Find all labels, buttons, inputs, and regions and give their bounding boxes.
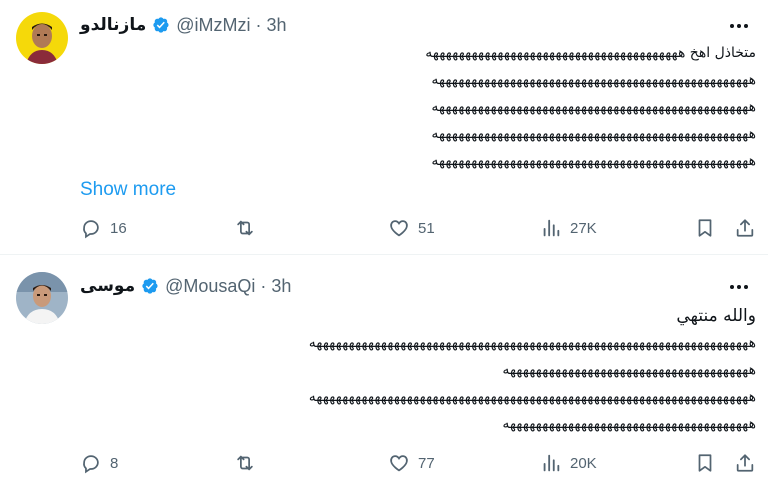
bookmark-button[interactable] — [694, 451, 716, 475]
tweet-header: مازنالدو @iMzMzi · 3h — [80, 14, 287, 36]
reply-icon — [83, 220, 99, 239]
share-icon — [736, 219, 754, 237]
tweet-header: موسى @MousaQi · 3h — [80, 275, 291, 297]
like-icon — [390, 220, 408, 237]
tweet-text-line: هههههههههههههههههههههههههههههههههههههههه… — [431, 126, 756, 142]
tweet-text-line: هههههههههههههههههههههههههههههههههههههههه… — [308, 335, 756, 351]
bookmark-icon — [698, 454, 712, 472]
views-icon — [543, 219, 560, 237]
action-bar: 16 51 27K — [80, 216, 760, 240]
more-icon[interactable] — [724, 277, 754, 297]
avatar-image — [16, 12, 68, 64]
show-more-link[interactable]: Show more — [80, 179, 756, 201]
tweet[interactable]: موسى @MousaQi · 3h والله منتهي ههههههههه… — [0, 255, 768, 486]
user-handle[interactable]: @MousaQi — [165, 276, 255, 297]
more-icon[interactable] — [724, 16, 754, 36]
bookmark-icon — [698, 219, 712, 237]
avatar[interactable] — [16, 272, 68, 324]
share-button[interactable] — [734, 216, 756, 240]
reply-count: 8 — [110, 454, 119, 472]
bookmark-button[interactable] — [694, 216, 716, 240]
views-count: 20K — [570, 454, 597, 472]
timestamp[interactable]: 3h — [267, 15, 287, 36]
tweet-text-line: ههههههههههههههههههههههههههههههههههههههه — [502, 362, 756, 378]
display-name[interactable]: موسى — [80, 276, 135, 296]
repost-button[interactable] — [234, 216, 256, 240]
verified-icon — [150, 15, 170, 35]
views-button[interactable]: 20K — [540, 451, 597, 475]
tweet-text-line: هههههههههههههههههههههههههههههههههههههههه… — [431, 99, 756, 115]
reply-button[interactable]: 8 — [80, 451, 118, 475]
tweet-text-line: هههههههههههههههههههههههههههههههههههههههه… — [308, 389, 756, 405]
avatar-image — [16, 272, 68, 324]
tweet[interactable]: مازنالدو @iMzMzi · 3h متخاذل اهخ ههههههه… — [0, 0, 768, 254]
reply-icon — [83, 455, 99, 474]
verified-icon — [139, 276, 159, 296]
tweet-text-line: ههههههههههههههههههههههههههههههههههههههه — [502, 416, 756, 432]
like-button[interactable]: 51 — [388, 216, 435, 240]
tweet-text-line: هههههههههههههههههههههههههههههههههههههههه… — [431, 72, 756, 88]
like-count: 77 — [418, 454, 435, 472]
views-count: 27K — [570, 219, 597, 237]
like-button[interactable]: 77 — [388, 451, 435, 475]
share-button[interactable] — [734, 451, 756, 475]
action-bar: 8 77 20K — [80, 451, 760, 475]
display-name[interactable]: مازنالدو — [80, 15, 146, 35]
avatar[interactable] — [16, 12, 68, 64]
share-icon — [736, 454, 754, 472]
like-count: 51 — [418, 219, 435, 237]
like-icon — [390, 455, 408, 472]
tweet-text: والله منتهي هههههههههههههههههههههههههههه… — [80, 303, 756, 438]
views-icon — [543, 454, 560, 472]
tweet-text-line: والله منتهي — [676, 306, 756, 326]
repost-icon — [237, 455, 253, 471]
timestamp[interactable]: 3h — [271, 276, 291, 297]
separator-dot: · — [260, 275, 267, 296]
reply-count: 16 — [110, 219, 127, 237]
separator-dot: · — [255, 14, 262, 35]
tweet-text-line: هههههههههههههههههههههههههههههههههههههههه… — [431, 153, 756, 169]
repost-button[interactable] — [234, 451, 256, 475]
views-button[interactable]: 27K — [540, 216, 597, 240]
repost-icon — [237, 220, 253, 236]
user-handle[interactable]: @iMzMzi — [176, 15, 250, 36]
reply-button[interactable]: 16 — [80, 216, 127, 240]
tweet-text-line: متخاذل اهخ ههههههههههههههههههههههههههههه… — [425, 45, 756, 61]
tweet-text: متخاذل اهخ ههههههههههههههههههههههههههههه… — [80, 40, 756, 201]
